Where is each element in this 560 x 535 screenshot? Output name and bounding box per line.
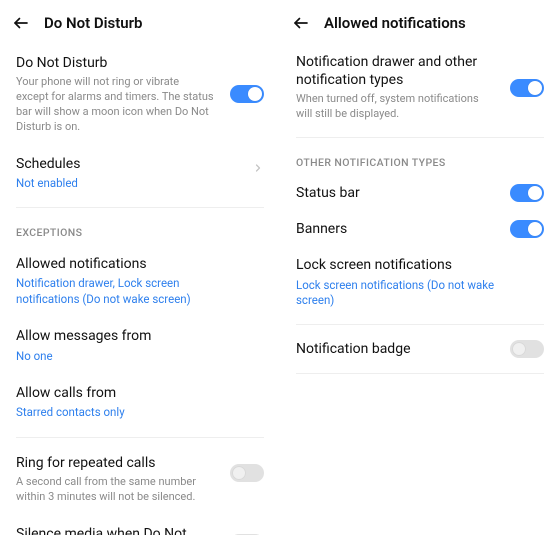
drawer-desc: When turned off, system notifications wi… xyxy=(296,92,544,122)
repeated-calls-title: Ring for repeated calls xyxy=(16,454,264,472)
allow-messages-value: No one xyxy=(16,349,264,365)
status-bar-title: Status bar xyxy=(296,184,544,202)
dnd-master-toggle[interactable] xyxy=(230,85,264,103)
dnd-panel: Do Not Disturb Do Not Disturb Your phone… xyxy=(0,0,280,535)
dnd-master-title: Do Not Disturb xyxy=(16,54,264,72)
divider xyxy=(296,373,544,374)
back-icon[interactable] xyxy=(292,14,310,32)
allowed-notifications-value: Notification drawer, Lock screen notific… xyxy=(16,276,264,307)
badge-row[interactable]: Notification badge xyxy=(296,331,544,367)
allowed-notifications-row[interactable]: Allowed notifications Notification drawe… xyxy=(16,245,264,317)
schedules-row[interactable]: Schedules Not enabled xyxy=(16,145,264,202)
status-bar-toggle[interactable] xyxy=(510,184,544,202)
repeated-calls-desc: A second call from the same number withi… xyxy=(16,475,264,505)
banners-row[interactable]: Banners xyxy=(296,211,544,247)
other-types-label: OTHER NOTIFICATION TYPES xyxy=(280,144,560,175)
lockscreen-value: Lock screen notifications (Do not wake s… xyxy=(296,278,544,309)
divider xyxy=(16,207,264,208)
schedules-value: Not enabled xyxy=(16,176,264,192)
allow-messages-title: Allow messages from xyxy=(16,327,264,345)
divider xyxy=(16,437,264,438)
allow-messages-row[interactable]: Allow messages from No one xyxy=(16,317,264,374)
drawer-row[interactable]: Notification drawer and other notificati… xyxy=(296,44,544,131)
divider xyxy=(296,137,544,138)
allowed-notifications-panel: Allowed notifications Notification drawe… xyxy=(280,0,560,535)
allow-calls-row[interactable]: Allow calls from Starred contacts only xyxy=(16,374,264,431)
status-bar-row[interactable]: Status bar xyxy=(296,175,544,211)
banners-title: Banners xyxy=(296,220,544,238)
drawer-toggle[interactable] xyxy=(510,79,544,97)
page-title: Allowed notifications xyxy=(324,14,466,32)
badge-toggle[interactable] xyxy=(510,340,544,358)
dnd-master-desc: Your phone will not ring or vibrate exce… xyxy=(16,75,264,134)
dnd-header: Do Not Disturb xyxy=(0,0,280,44)
repeated-calls-toggle[interactable] xyxy=(230,464,264,482)
dnd-master-row[interactable]: Do Not Disturb Your phone will not ring … xyxy=(16,44,264,145)
badge-title: Notification badge xyxy=(296,340,544,358)
exceptions-label: EXCEPTIONS xyxy=(0,214,280,245)
allowed-notifications-title: Allowed notifications xyxy=(16,255,264,273)
schedules-title: Schedules xyxy=(16,155,264,173)
lockscreen-title: Lock screen notifications xyxy=(296,256,544,274)
back-icon[interactable] xyxy=(12,14,30,32)
divider xyxy=(296,324,544,325)
lockscreen-row[interactable]: Lock screen notifications Lock screen no… xyxy=(296,247,544,317)
allow-calls-value: Starred contacts only xyxy=(16,405,264,421)
silence-media-title: Silence media when Do Not Disturb is on xyxy=(16,525,264,535)
chevron-right-icon xyxy=(252,159,264,178)
drawer-title: Notification drawer and other notificati… xyxy=(296,53,544,89)
allowed-header: Allowed notifications xyxy=(280,0,560,44)
allow-calls-title: Allow calls from xyxy=(16,384,264,402)
repeated-calls-row[interactable]: Ring for repeated calls A second call fr… xyxy=(16,444,264,515)
banners-toggle[interactable] xyxy=(510,220,544,238)
silence-media-row[interactable]: Silence media when Do Not Disturb is on xyxy=(16,515,264,535)
page-title: Do Not Disturb xyxy=(44,14,142,32)
